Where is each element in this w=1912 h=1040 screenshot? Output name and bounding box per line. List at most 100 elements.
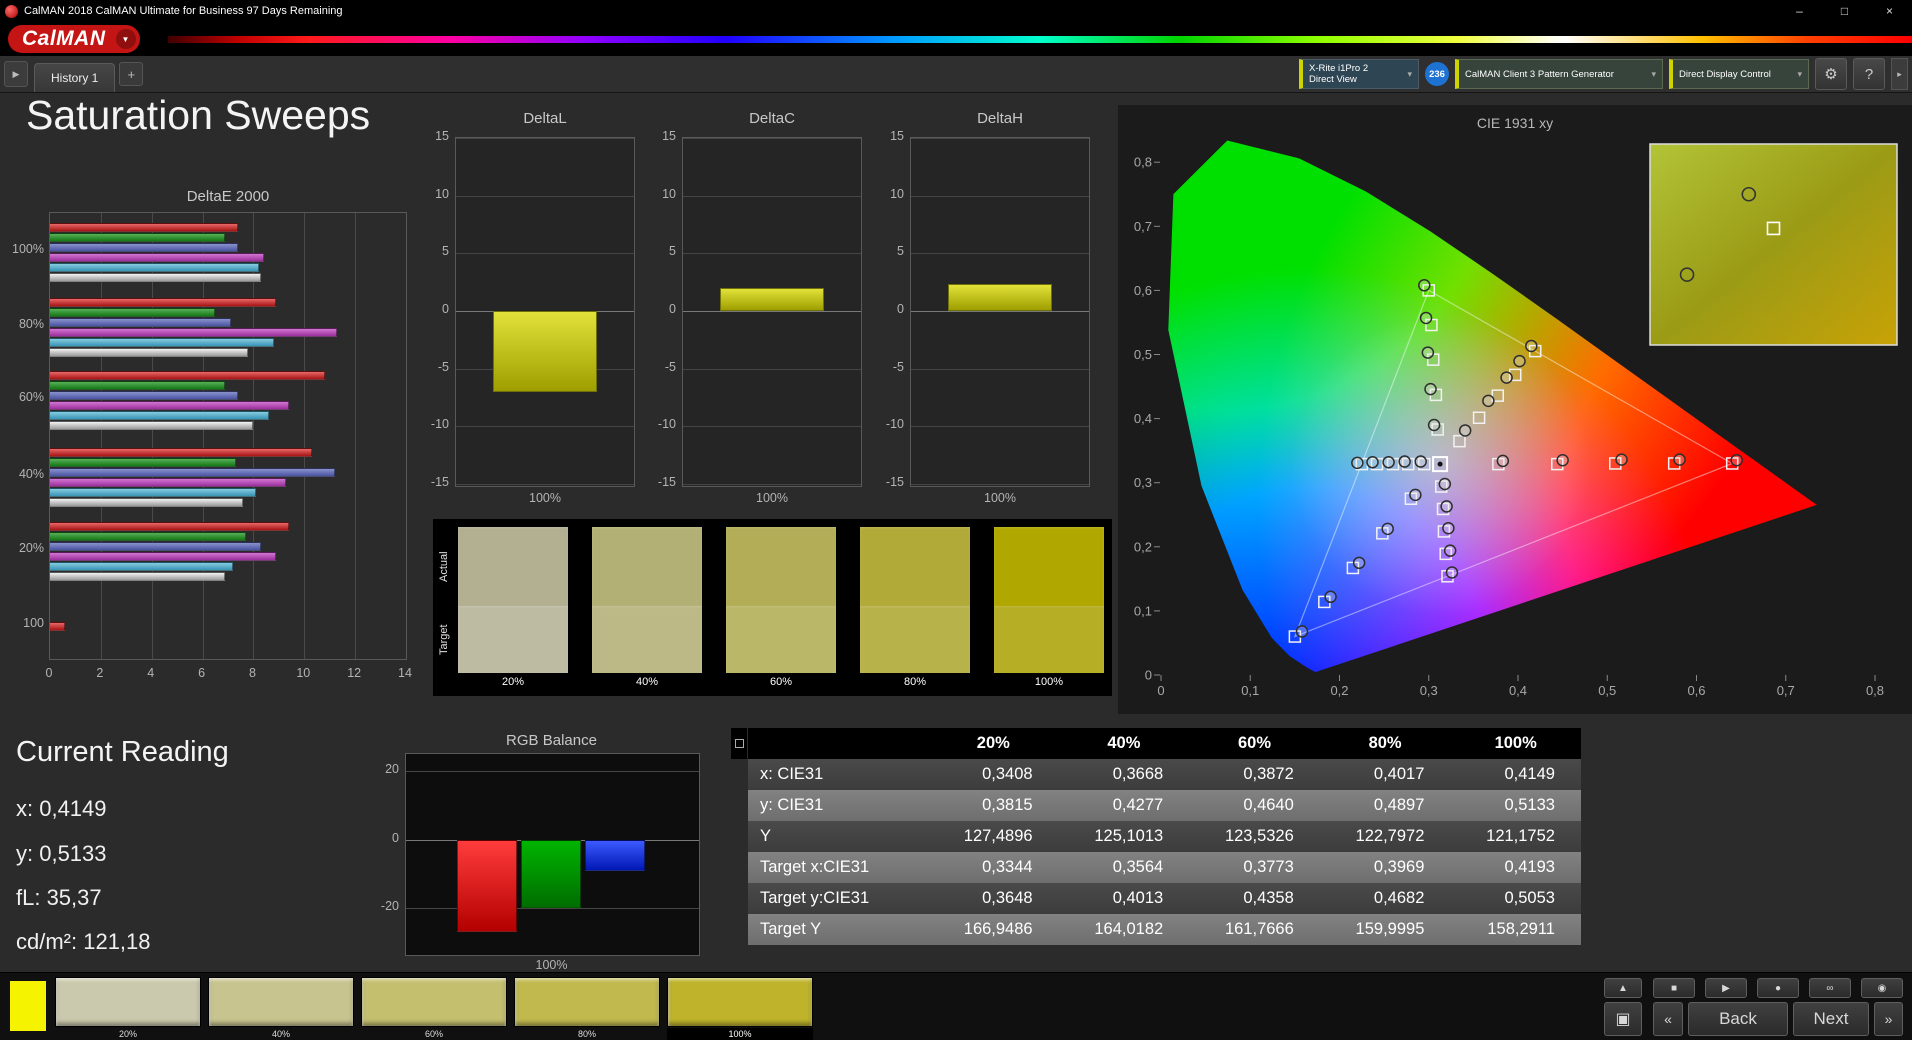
measured-circle-marker: [1424, 382, 1437, 396]
deltac-y-tick-label: 10: [662, 186, 676, 201]
help-button[interactable]: ?: [1853, 58, 1885, 90]
calman-logo-button[interactable]: CalMAN ▼: [8, 25, 140, 53]
skip-forward-button[interactable]: »: [1874, 1002, 1903, 1036]
swatch-compare-panel: Actual Target 20% 40% 60% 80% 100%: [433, 519, 1112, 696]
deltal-y-tick-label: 10: [435, 186, 449, 201]
deltae-bar: [50, 400, 290, 410]
rgb-balance-title: RGB Balance: [506, 732, 597, 749]
table-cell: 0,3344: [982, 858, 1033, 876]
table-cell: Y: [760, 827, 772, 845]
table-header-cell: 80%: [1368, 734, 1402, 752]
table-cell: 0,3872: [1243, 765, 1294, 783]
transport-button-0[interactable]: ■: [1653, 978, 1695, 998]
measured-circle-marker: [1525, 339, 1538, 353]
transport-button-3[interactable]: ∞: [1809, 978, 1851, 998]
pattern-swatch[interactable]: [55, 977, 201, 1027]
measured-circle-marker: [1615, 453, 1628, 466]
deltae-bar: [50, 390, 239, 400]
skip-back-button[interactable]: «: [1653, 1002, 1683, 1036]
logo-menu-circle: ▼: [115, 29, 136, 49]
deltae-bar: [50, 252, 264, 262]
panel-expand-button[interactable]: ▸: [1891, 58, 1908, 90]
back-button[interactable]: Back: [1688, 1002, 1788, 1036]
tab-scroll-button[interactable]: ▶: [4, 61, 28, 87]
deltae-x-tick-label: 0: [45, 666, 53, 680]
deltah-x-category: 100%: [984, 491, 1016, 505]
deltae-x-tick-label: 4: [147, 666, 155, 680]
pattern-window-button[interactable]: ▣: [1604, 1002, 1642, 1036]
cie-x-tick-label: 0,5: [1598, 683, 1616, 698]
transport-button-1[interactable]: ▶: [1705, 978, 1747, 998]
pattern-swatch[interactable]: [208, 977, 354, 1027]
meter-dropdown[interactable]: X-Rite i1Pro 2 Direct View ▾: [1299, 59, 1419, 89]
deltae-bar-group: [50, 447, 335, 508]
pattern-swatch-label: 40%: [271, 1029, 290, 1039]
pattern-swatch[interactable]: [667, 977, 813, 1027]
reading-fl: fL: 35,37: [16, 885, 102, 910]
target-swatch: [458, 606, 568, 673]
calman-logo-text: CalMAN: [22, 27, 106, 50]
measured-circle-marker: [1458, 424, 1472, 437]
deltae-bar: [50, 551, 277, 561]
deltae-bar: [50, 222, 239, 232]
maximize-button[interactable]: □: [1822, 0, 1867, 22]
deltae-bar: [50, 347, 249, 357]
pattern-swatch[interactable]: [514, 977, 660, 1027]
rgb-bar-red: [457, 839, 517, 933]
window-controls: – □ ×: [1777, 0, 1912, 22]
next-button[interactable]: Next: [1793, 1002, 1869, 1036]
cie-x-tick-label: 0,3: [1420, 683, 1438, 698]
app-icon: [5, 4, 18, 18]
pattern-generator-label: CalMAN Client 3 Pattern Generator: [1465, 68, 1614, 80]
measured-circle-marker: [1421, 346, 1435, 359]
tab-history-1[interactable]: History 1: [34, 63, 116, 92]
table-settings-icon: [734, 739, 744, 748]
deltae-bar: [50, 327, 338, 337]
meter-status-badge[interactable]: 236: [1425, 62, 1449, 86]
deltac-gridline: [683, 253, 861, 255]
add-tab-button[interactable]: +: [119, 62, 144, 86]
table-cell: Target x:CIE31: [760, 858, 870, 876]
pattern-window-up-button[interactable]: ▲: [1604, 978, 1642, 998]
table-cell: Target Y: [760, 920, 822, 938]
deltae-x-tick-label: 8: [248, 666, 256, 680]
deltae-y-tick-label: 100%: [12, 242, 44, 256]
table-cell: 0,3408: [982, 765, 1033, 783]
table-cell: 158,2911: [1487, 920, 1555, 938]
deltae-y-tick-label: 40%: [18, 467, 44, 481]
chevron-down-icon: ▾: [1797, 68, 1802, 79]
table-corner[interactable]: [731, 728, 747, 759]
measured-circle-marker: [1381, 522, 1394, 536]
deltae-bar: [50, 447, 312, 457]
deltal-y-tick-label: -10: [430, 417, 449, 432]
deltae-bar: [50, 531, 246, 541]
reading-cdm2: cd/m²: 121,18: [16, 929, 151, 954]
settings-button[interactable]: ⚙: [1815, 58, 1847, 90]
measured-circle-marker: [1382, 455, 1395, 469]
deltae-bar: [50, 477, 287, 487]
transport-button-4[interactable]: ◉: [1861, 978, 1903, 998]
table-cell: 0,5053: [1504, 889, 1555, 907]
table-header-row: 20% 40% 60% 80% 100%: [748, 728, 1581, 759]
table-cell: 161,7666: [1224, 920, 1294, 938]
deltae-chart-title: DeltaE 2000: [186, 188, 270, 205]
deltal-plot: [455, 137, 635, 487]
deltac-gridline: [683, 484, 861, 485]
table-cell: x: CIE31: [760, 765, 824, 783]
deltae-bar: [50, 410, 269, 420]
transport-button-2[interactable]: ●: [1757, 978, 1799, 998]
logo-row: CalMAN ▼: [0, 22, 1912, 56]
measured-circle-marker: [1513, 354, 1526, 368]
measured-circle-marker: [1419, 311, 1433, 325]
display-control-dropdown[interactable]: Direct Display Control ▾: [1669, 59, 1809, 89]
deltae-y-tick-label: 100: [23, 616, 44, 630]
pattern-generator-dropdown[interactable]: CalMAN Client 3 Pattern Generator ▾: [1455, 59, 1663, 89]
close-button[interactable]: ×: [1867, 0, 1912, 22]
table-cell: 0,3773: [1243, 858, 1294, 876]
window-title: CalMAN 2018 CalMAN Ultimate for Business…: [24, 5, 343, 17]
measured-circle-marker: [1673, 453, 1686, 466]
pattern-swatch[interactable]: [361, 977, 507, 1027]
minimize-button[interactable]: –: [1777, 0, 1822, 22]
cie-y-tick-label: 0,2: [1134, 539, 1152, 554]
cie-y-tick-label: 0: [1145, 668, 1152, 683]
